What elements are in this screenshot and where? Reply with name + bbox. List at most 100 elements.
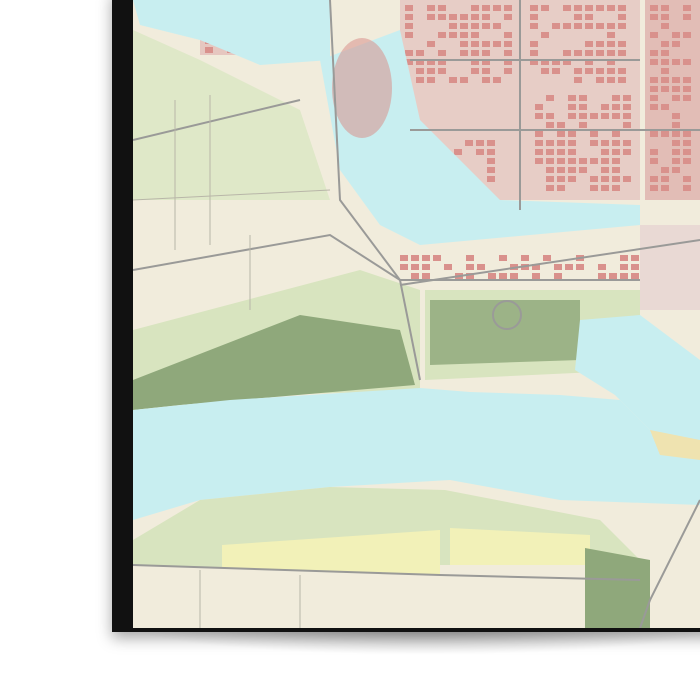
building: [672, 140, 680, 146]
building: [532, 273, 540, 279]
building: [601, 185, 609, 191]
building: [400, 264, 408, 270]
building: [683, 140, 691, 146]
building: [568, 167, 576, 173]
building: [568, 104, 576, 110]
building: [438, 14, 446, 20]
building: [650, 176, 658, 182]
building: [672, 59, 680, 65]
building: [590, 158, 598, 164]
building: [493, 77, 501, 83]
building: [427, 14, 435, 20]
building: [574, 77, 582, 83]
building: [554, 273, 562, 279]
building: [405, 5, 413, 11]
building: [530, 14, 538, 20]
building: [499, 255, 507, 261]
building: [487, 158, 495, 164]
building: [400, 255, 408, 261]
building: [568, 176, 576, 182]
building: [574, 14, 582, 20]
building: [585, 5, 593, 11]
building: [623, 122, 631, 128]
building: [482, 77, 490, 83]
building: [530, 23, 538, 29]
oval-marina: [332, 38, 392, 138]
building: [438, 5, 446, 11]
building: [482, 23, 490, 29]
building: [471, 50, 479, 56]
building: [607, 5, 615, 11]
building: [607, 68, 615, 74]
building: [579, 113, 587, 119]
building: [411, 264, 419, 270]
building: [683, 32, 691, 38]
building: [427, 68, 435, 74]
building: [579, 95, 587, 101]
building: [568, 158, 576, 164]
building: [661, 5, 669, 11]
building: [683, 185, 691, 191]
building: [427, 41, 435, 47]
building: [612, 104, 620, 110]
building: [554, 264, 562, 270]
building: [596, 41, 604, 47]
building: [609, 273, 617, 279]
building: [422, 255, 430, 261]
building: [683, 176, 691, 182]
building: [477, 264, 485, 270]
building: [449, 23, 457, 29]
building: [612, 167, 620, 173]
building: [596, 77, 604, 83]
building: [620, 273, 628, 279]
building: [612, 185, 620, 191]
building: [612, 176, 620, 182]
building: [557, 131, 565, 137]
building: [504, 41, 512, 47]
building: [612, 113, 620, 119]
building: [546, 149, 554, 155]
building: [557, 149, 565, 155]
building: [576, 264, 584, 270]
building: [568, 140, 576, 146]
building: [601, 158, 609, 164]
building: [661, 104, 669, 110]
building: [661, 59, 669, 65]
building: [683, 86, 691, 92]
building: [672, 131, 680, 137]
building: [598, 264, 606, 270]
building: [596, 68, 604, 74]
building: [650, 149, 658, 155]
building: [563, 23, 571, 29]
building: [672, 122, 680, 128]
building: [205, 47, 213, 53]
building: [683, 59, 691, 65]
building: [618, 14, 626, 20]
building: [416, 77, 424, 83]
building: [596, 50, 604, 56]
building: [411, 273, 419, 279]
building: [535, 131, 543, 137]
building: [546, 167, 554, 173]
building: [650, 14, 658, 20]
building: [601, 149, 609, 155]
park-dark: [430, 300, 580, 365]
building: [530, 41, 538, 47]
building: [422, 264, 430, 270]
industrial-area: [640, 225, 700, 310]
building: [530, 50, 538, 56]
building: [438, 32, 446, 38]
building: [449, 77, 457, 83]
building: [585, 41, 593, 47]
building: [650, 86, 658, 92]
building: [471, 32, 479, 38]
building: [476, 140, 484, 146]
building: [631, 273, 639, 279]
building: [623, 104, 631, 110]
building: [683, 14, 691, 20]
building: [535, 104, 543, 110]
building: [672, 86, 680, 92]
building: [416, 50, 424, 56]
building: [620, 264, 628, 270]
building: [433, 255, 441, 261]
